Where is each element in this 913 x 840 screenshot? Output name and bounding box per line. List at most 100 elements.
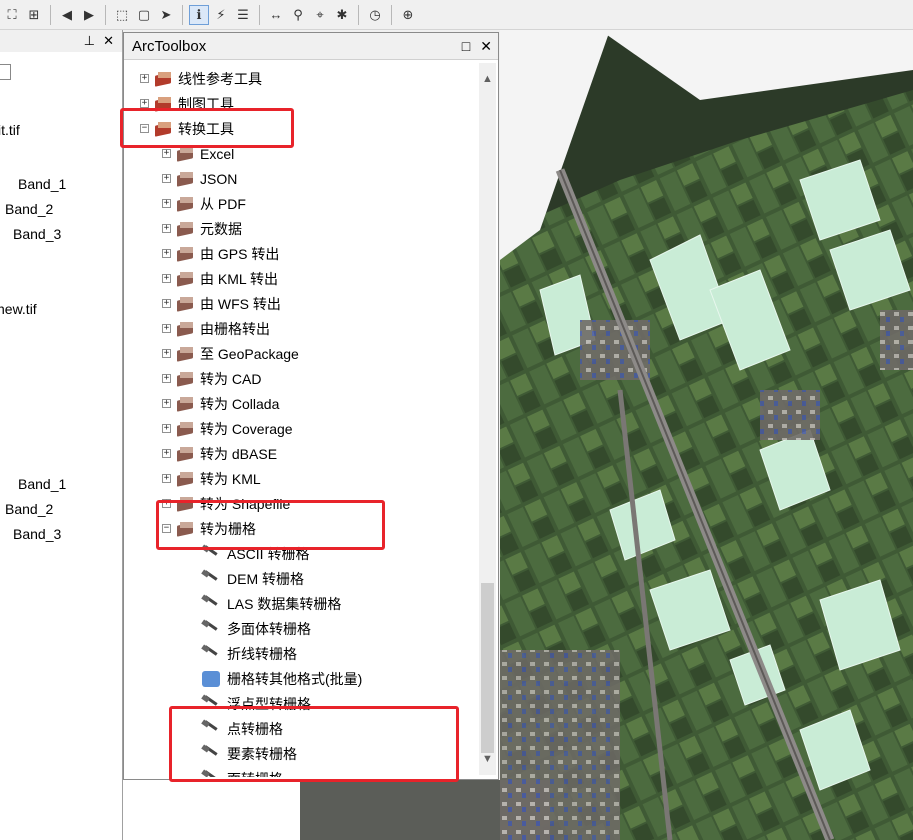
tree-node-label: 转为 Collada xyxy=(200,395,280,412)
toolset-icon xyxy=(177,346,195,362)
tree-node[interactable]: + 转为 CAD xyxy=(162,366,261,391)
tree-node-label: 栅格转其他格式(批量) xyxy=(227,670,363,687)
expand-icon[interactable]: + xyxy=(162,224,171,233)
pin-icon[interactable]: ⊥ xyxy=(84,33,95,49)
close-icon[interactable]: ✕ xyxy=(480,38,492,55)
select-features-icon[interactable]: ⬚ xyxy=(112,5,132,25)
scroll-down-icon[interactable]: ▼ xyxy=(479,753,496,769)
tree-node-label: DEM 转栅格 xyxy=(227,570,304,587)
highlight-point-feature-to-raster xyxy=(169,706,459,782)
highlight-conversion-tools xyxy=(120,108,294,148)
toolset-icon xyxy=(177,146,195,162)
tree-scrollbar[interactable]: ▲ ▼ xyxy=(479,63,496,775)
maximize-icon[interactable]: □ xyxy=(462,38,470,55)
tree-node-label: 折线转栅格 xyxy=(227,645,297,662)
expand-icon[interactable]: + xyxy=(162,399,171,408)
map-view-lower[interactable] xyxy=(300,780,500,840)
tree-node[interactable]: LAS 数据集转栅格 xyxy=(201,591,341,616)
tree-node[interactable]: + 至 GeoPackage xyxy=(162,341,299,366)
toolbox-tree: + 线性参考工具 + 制图工具 − 转换工具 + Excel + JSON + 从 PDF + 元数据 + 由… xyxy=(124,61,479,777)
tree-node[interactable]: + JSON xyxy=(162,166,237,191)
tree-node[interactable]: DEM 转栅格 xyxy=(201,566,304,591)
toc-band-item[interactable]: Band_3 xyxy=(13,226,61,242)
map-view[interactable] xyxy=(500,30,913,840)
xy-icon[interactable]: ✱ xyxy=(332,5,352,25)
tree-node-label: JSON xyxy=(200,170,238,187)
zoom-extent-icon[interactable]: ⛶ xyxy=(2,5,22,25)
expand-icon[interactable]: + xyxy=(162,199,171,208)
toolbar-separator xyxy=(391,4,392,25)
go-to-xy-icon[interactable]: ⌖ xyxy=(310,5,330,25)
html-popup-icon[interactable]: ☰ xyxy=(233,5,253,25)
map-view-blank[interactable] xyxy=(123,780,300,840)
find-icon[interactable]: ⚲ xyxy=(288,5,308,25)
tree-node-label: 转为 CAD xyxy=(200,370,262,387)
tree-node[interactable]: + 由 GPS 转出 xyxy=(162,241,279,266)
toc-band-item[interactable]: Band_2 xyxy=(5,201,53,217)
tree-node-label: 由 GPS 转出 xyxy=(200,245,280,262)
expand-icon[interactable]: + xyxy=(162,349,171,358)
hyperlink-icon[interactable]: ⚡ xyxy=(211,5,231,25)
time-slider-icon[interactable]: ◷ xyxy=(365,5,385,25)
expand-icon[interactable]: + xyxy=(162,149,171,158)
toolset-icon xyxy=(177,271,195,287)
toolset-icon xyxy=(177,471,195,487)
tree-node[interactable]: 多面体转栅格 xyxy=(201,616,311,641)
scrollbar-thumb[interactable] xyxy=(481,583,494,753)
tree-node[interactable]: + 线性参考工具 xyxy=(140,66,262,91)
scroll-up-icon[interactable]: ▲ xyxy=(479,73,496,89)
tree-node[interactable]: 折线转栅格 xyxy=(201,641,297,666)
tree-node[interactable]: + 转为 Collada xyxy=(162,391,279,416)
toolset-icon xyxy=(177,246,195,262)
tree-node-label: 转为 KML xyxy=(200,470,261,487)
main-toolbar: ⛶ ⊞ ◀ ▶ ⬚ ▢ ➤ ℹ ⚡ ☰ ↔ ⚲ ⌖ ✱ ◷ ⊕ xyxy=(0,0,913,30)
toolset-icon xyxy=(177,396,195,412)
toc-band-item[interactable]: Band_3 xyxy=(13,526,61,542)
toc-layer-name[interactable]: new.tif xyxy=(0,301,37,317)
tree-node[interactable]: + 从 PDF xyxy=(162,191,246,216)
toc-list-icon[interactable] xyxy=(0,64,11,80)
toc-band-item[interactable]: Band_1 xyxy=(18,176,66,192)
expand-icon[interactable]: + xyxy=(140,74,149,83)
viewer-window-icon[interactable]: ⊕ xyxy=(398,5,418,25)
toolset-icon xyxy=(177,421,195,437)
expand-icon[interactable]: + xyxy=(162,274,171,283)
tree-node[interactable]: + 由 WFS 转出 xyxy=(162,291,281,316)
expand-icon[interactable]: + xyxy=(162,374,171,383)
clear-selection-icon[interactable]: ▢ xyxy=(134,5,154,25)
expand-icon[interactable]: + xyxy=(162,299,171,308)
measure-icon[interactable]: ↔ xyxy=(266,5,286,25)
select-elements-icon[interactable]: ➤ xyxy=(156,5,176,25)
tree-node[interactable]: + 元数据 xyxy=(162,216,242,241)
identify-icon[interactable]: ℹ xyxy=(189,4,209,25)
tree-node-label: 多面体转栅格 xyxy=(227,620,311,637)
close-icon[interactable]: ✕ xyxy=(103,33,114,49)
hammer-icon xyxy=(201,568,220,587)
expand-icon[interactable]: + xyxy=(162,424,171,433)
expand-icon[interactable]: + xyxy=(162,324,171,333)
tree-node-label: 从 PDF xyxy=(200,195,246,212)
highlight-to-raster xyxy=(156,500,385,550)
expand-icon[interactable]: + xyxy=(162,249,171,258)
tree-node[interactable]: 栅格转其他格式(批量) xyxy=(202,666,362,691)
toolset-icon xyxy=(177,371,195,387)
tree-node[interactable]: + 由 KML 转出 xyxy=(162,266,278,291)
forward-icon[interactable]: ▶ xyxy=(79,5,99,25)
expand-icon[interactable]: + xyxy=(140,99,149,108)
toc-band-item[interactable]: Band_2 xyxy=(5,501,53,517)
expand-icon[interactable]: + xyxy=(162,449,171,458)
tree-node-label: 由 KML 转出 xyxy=(200,270,279,287)
toolset-icon xyxy=(177,196,195,212)
back-icon[interactable]: ◀ xyxy=(57,5,77,25)
expand-icon[interactable]: + xyxy=(162,174,171,183)
tree-node[interactable]: + 转为 dBASE xyxy=(162,441,277,466)
full-extent-icon[interactable]: ⊞ xyxy=(24,5,44,25)
tree-node[interactable]: + 转为 Coverage xyxy=(162,416,293,441)
toc-band-item[interactable]: Band_1 xyxy=(18,476,66,492)
tree-node[interactable]: + 由栅格转出 xyxy=(162,316,270,341)
expand-icon[interactable]: + xyxy=(162,474,171,483)
tree-node[interactable]: + 转为 KML xyxy=(162,466,261,491)
toolbar-separator xyxy=(105,4,106,25)
toc-layer-name[interactable]: it.tif xyxy=(0,122,20,138)
hammer-icon xyxy=(201,618,220,637)
